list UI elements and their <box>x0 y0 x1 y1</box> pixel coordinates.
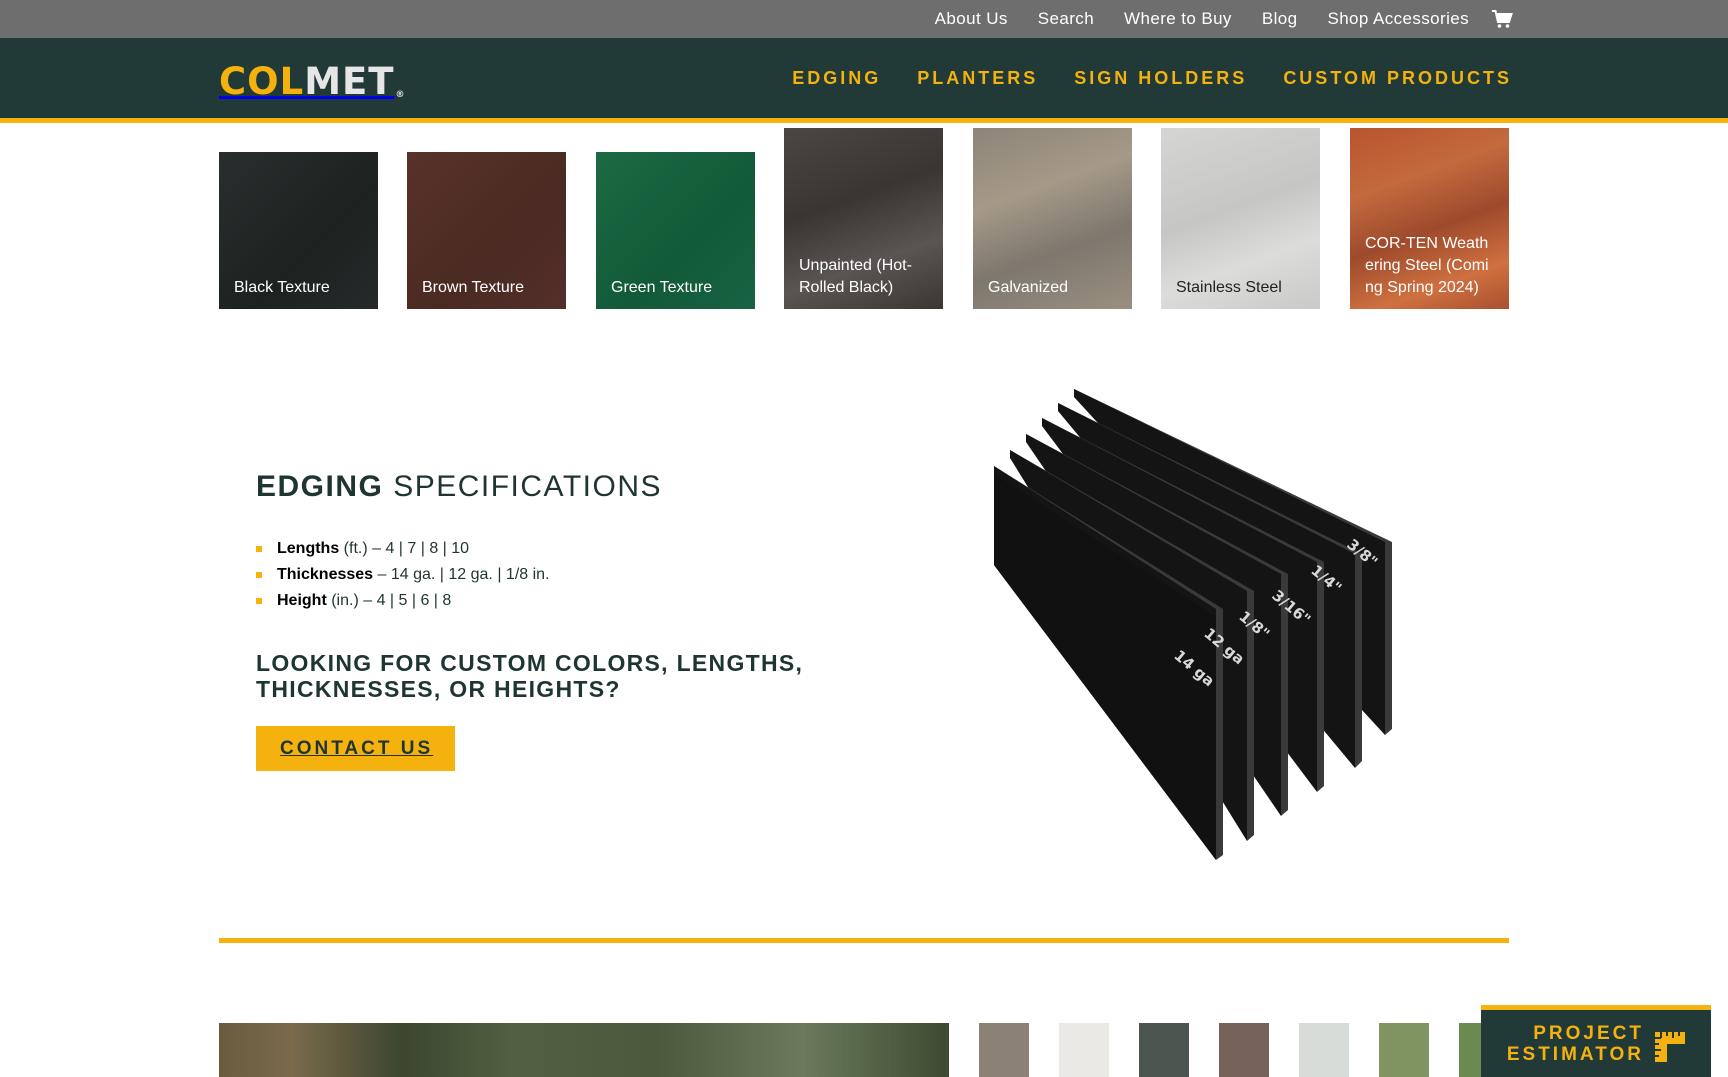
section-divider <box>219 938 1509 943</box>
spec-item-thicknesses: Thicknesses – 14 ga. | 12 ga. | 1/8 in. <box>256 562 876 588</box>
nav-item-sign-holders[interactable]: SIGN HOLDERS <box>1074 68 1247 89</box>
spec-detail: (in.) – 4 | 5 | 6 | 8 <box>326 592 452 609</box>
gallery-thumbnail[interactable] <box>979 1023 1029 1077</box>
swatch-unpainted[interactable]: Unpainted (Hot-Rolled Black) <box>784 128 943 309</box>
shopping-cart-icon[interactable] <box>1491 9 1513 29</box>
swatch-galvanized[interactable]: Galvanized <box>973 128 1132 309</box>
gallery-thumbnail[interactable] <box>1299 1023 1349 1077</box>
finish-swatches: Black Texture Brown Texture Green Textur… <box>219 128 1509 309</box>
spec-detail: (ft.) – 4 | 7 | 8 | 10 <box>339 540 470 557</box>
nav-item-edging[interactable]: EDGING <box>792 68 881 89</box>
gallery-thumbnail[interactable] <box>1379 1023 1429 1077</box>
spec-list: Lengths (ft.) – 4 | 7 | 8 | 10 Thickness… <box>256 536 876 614</box>
specs-title: EDGING SPECIFICATIONS <box>256 470 876 504</box>
spec-item-height: Height (in.) – 4 | 5 | 6 | 8 <box>256 588 876 614</box>
nav-item-custom-products[interactable]: CUSTOM PRODUCTS <box>1283 68 1512 89</box>
edging-strips <box>994 389 1392 860</box>
swatch-label: Brown Texture <box>422 279 524 296</box>
swatch-label: Unpainted (Hot-Rolled Black) <box>799 257 912 296</box>
project-estimator-button[interactable]: PROJECT ESTIMATOR <box>1481 1005 1711 1077</box>
swatch-label: COR-TEN Weathering Steel (Coming Spring … <box>1365 235 1489 296</box>
swatch-green-texture[interactable]: Green Texture <box>596 152 755 309</box>
swatch-label: Black Texture <box>234 279 330 296</box>
project-estimator-label: PROJECT ESTIMATOR <box>1507 1023 1644 1065</box>
spec-detail: – 14 ga. | 12 ga. | 1/8 in. <box>373 566 550 583</box>
logo-part-col: COL <box>219 60 305 103</box>
gallery-thumbnail[interactable] <box>1059 1023 1109 1077</box>
main-header: COLMET® EDGING PLANTERS SIGN HOLDERS CUS… <box>0 38 1728 123</box>
estimator-line2: ESTIMATOR <box>1506 1044 1644 1065</box>
utility-links: About Us Search Where to Buy Blog Shop A… <box>905 0 1469 38</box>
custom-options-question: LOOKING FOR CUSTOM COLORS, LENGTHS, THIC… <box>256 650 804 702</box>
utility-link-about-us[interactable]: About Us <box>935 9 1008 29</box>
spec-name: Thicknesses <box>277 566 374 583</box>
spec-item-lengths: Lengths (ft.) – 4 | 7 | 8 | 10 <box>256 536 876 562</box>
edging-thickness-illustration: 14 ga 12 ga 1/8" 3/16" 1/4" 3/8" <box>994 389 1392 860</box>
colmet-logo[interactable]: COLMET® <box>219 63 406 100</box>
contact-us-button[interactable]: CONTACT US <box>256 726 456 771</box>
utility-link-search[interactable]: Search <box>1038 9 1094 29</box>
estimator-line1: PROJECT <box>1533 1023 1644 1044</box>
specs-title-rest: SPECIFICATIONS <box>383 470 663 503</box>
gallery-thumbnail[interactable] <box>1139 1023 1189 1077</box>
swatch-stainless-steel[interactable]: Stainless Steel <box>1161 128 1320 309</box>
ruler-icon <box>1655 1032 1685 1062</box>
logo-registered-mark: ® <box>395 90 406 100</box>
edging-specifications: EDGING SPECIFICATIONS Lengths (ft.) – 4 … <box>256 470 876 771</box>
main-nav: EDGING PLANTERS SIGN HOLDERS CUSTOM PROD… <box>756 38 1512 118</box>
swatch-black-texture[interactable]: Black Texture <box>219 152 378 309</box>
spec-name: Lengths <box>277 540 340 557</box>
utility-link-blog[interactable]: Blog <box>1262 9 1298 29</box>
swatch-corten[interactable]: COR-TEN Weathering Steel (Coming Spring … <box>1350 128 1509 309</box>
logo-part-met: MET <box>304 60 395 103</box>
swatch-label: Green Texture <box>611 279 713 296</box>
gallery-thumbnail[interactable] <box>1219 1023 1269 1077</box>
spec-name: Height <box>277 592 327 609</box>
utility-link-where-to-buy[interactable]: Where to Buy <box>1124 9 1232 29</box>
swatch-label: Stainless Steel <box>1176 279 1282 296</box>
specs-title-bold: EDGING <box>256 470 384 503</box>
swatch-label: Galvanized <box>988 279 1069 296</box>
utility-link-shop-accessories[interactable]: Shop Accessories <box>1327 9 1469 29</box>
swatch-brown-texture[interactable]: Brown Texture <box>407 152 566 309</box>
nav-item-planters[interactable]: PLANTERS <box>917 68 1038 89</box>
utility-bar: About Us Search Where to Buy Blog Shop A… <box>0 0 1728 38</box>
gallery-main-photo[interactable] <box>219 1023 949 1077</box>
